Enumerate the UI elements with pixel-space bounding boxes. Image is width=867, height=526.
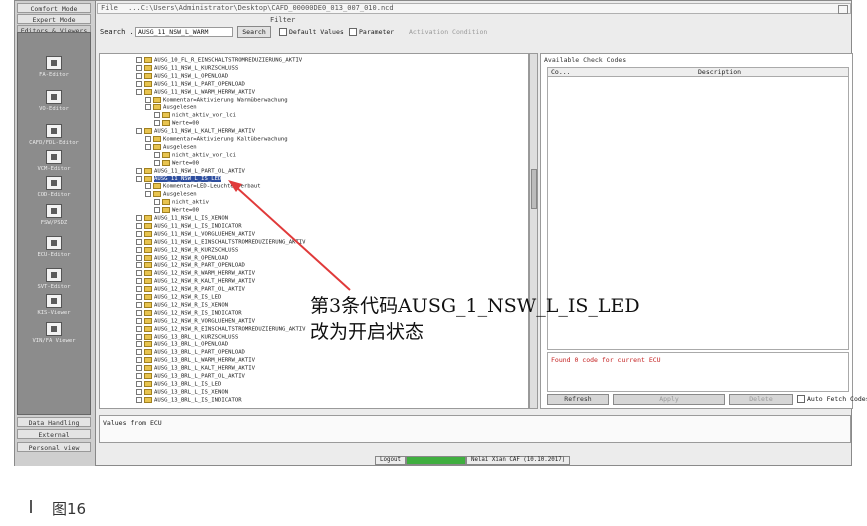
annotation-arrow: [228, 180, 351, 291]
figure-caption: 图16: [52, 500, 87, 518]
annotation-line-1: 第3条代码AUSG_1_NSW_L_IS_LED: [310, 295, 640, 317]
annotation-text: 第3条代码AUSG_1_NSW_L_IS_LED 改为开启状态: [310, 293, 640, 345]
caption-bar: [30, 500, 32, 513]
annotation-line-2: 改为开启状态: [310, 321, 425, 343]
